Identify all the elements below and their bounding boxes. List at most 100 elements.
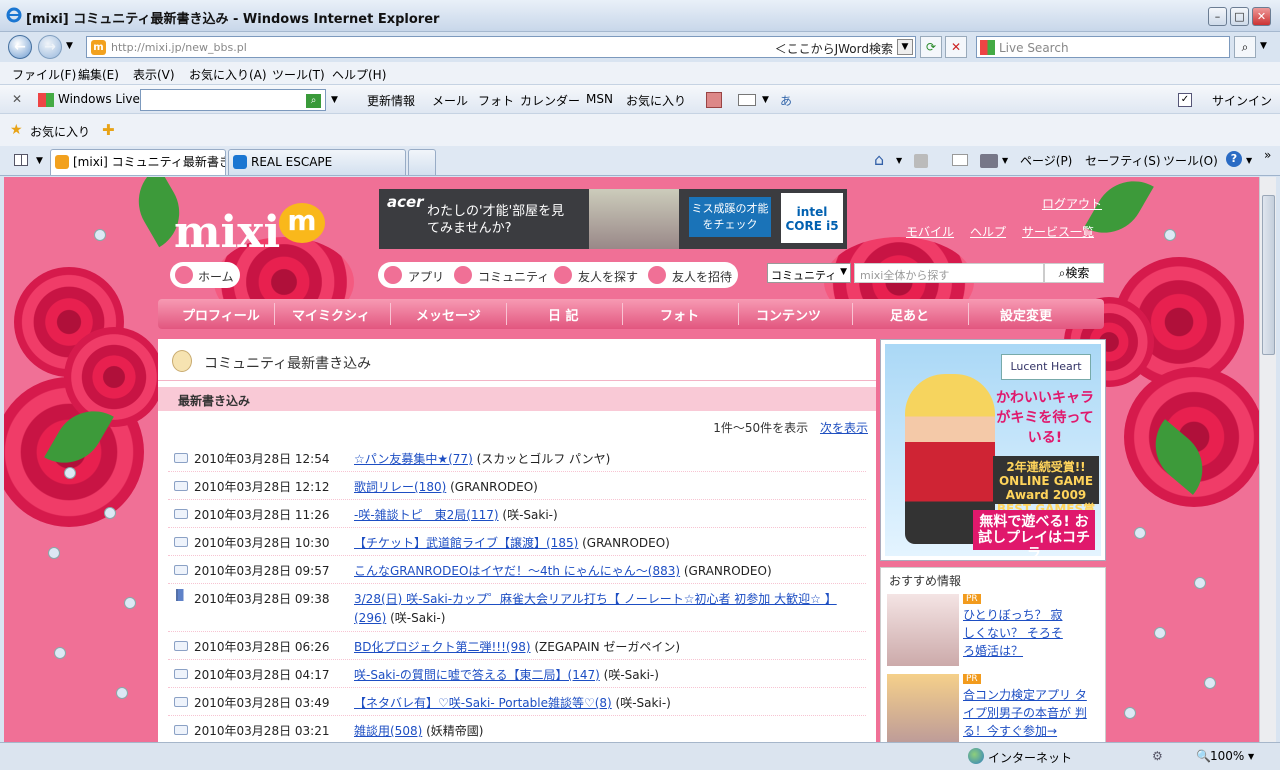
home-icon[interactable]: ⌂ — [874, 150, 884, 169]
search-scope-select[interactable]: コミュニティ ▼ — [767, 263, 851, 283]
menu-tools[interactable]: ツール(T) — [272, 66, 325, 83]
zoom-icon[interactable]: 🔍 — [1196, 749, 1211, 763]
checkbox-icon[interactable]: ✓ — [1178, 93, 1192, 107]
search-options-icon[interactable]: ▼ — [1260, 41, 1267, 51]
avatar[interactable] — [706, 92, 722, 108]
new-tab-button[interactable] — [408, 149, 436, 175]
vertical-scrollbar[interactable] — [1259, 177, 1276, 742]
favorites-button[interactable]: お気に入り — [30, 123, 90, 140]
logout-link[interactable]: ログアウト — [1042, 195, 1102, 212]
live-search-box[interactable]: Live Search — [976, 36, 1230, 58]
add-favorite-icon[interactable]: ✚ — [102, 121, 115, 139]
topic-link[interactable]: 歌詞リレー(180) — [354, 480, 446, 494]
feeds-icon[interactable] — [914, 154, 928, 168]
page-menu[interactable]: ページ(P) — [1020, 152, 1072, 169]
search-icon[interactable]: ⌕ — [1234, 36, 1256, 58]
tab-real-escape[interactable]: REAL ESCAPE — [228, 149, 406, 175]
nav-apps[interactable]: アプリ — [408, 268, 444, 285]
topic-link[interactable]: 【ネタバレ有】♡咲-Saki- Portable雑談等♡(8) — [354, 696, 612, 710]
live-item-mail[interactable]: メール — [432, 92, 468, 109]
live-item-favorites[interactable]: お気に入り — [626, 92, 686, 109]
live-item-calendar[interactable]: カレンダー — [520, 92, 580, 109]
back-button[interactable]: ← — [8, 35, 32, 59]
side-banner-ad[interactable]: Lucent Heart かわいいキャラがキミを待っている! 2年連続受賞!! … — [880, 339, 1106, 561]
gnav-footprints[interactable]: 足あと — [890, 305, 929, 324]
recommend-item[interactable]: PR 合コン力検定アプリ タイプ別男子の本音が 判る！今すぐ参加→ — [887, 674, 1101, 742]
nav-find-friends[interactable]: 友人を探す — [578, 268, 638, 285]
recommend-thumbnail[interactable] — [887, 674, 959, 742]
mobile-link[interactable]: モバイル — [906, 223, 954, 240]
menu-file[interactable]: ファイル(F) — [12, 66, 76, 83]
mixi-logo-mark[interactable]: m — [279, 203, 325, 243]
tab-close-icon[interactable]: ✕ — [210, 155, 219, 168]
mail-icon[interactable] — [952, 154, 968, 166]
live-toolbar-search[interactable] — [140, 89, 326, 111]
tab-mixi[interactable]: [mixi] コミュニティ最新書き... — [50, 149, 226, 175]
address-dropdown-icon[interactable]: ▼ — [897, 39, 913, 55]
close-button[interactable]: ✕ — [1252, 7, 1271, 26]
mixi-search-button[interactable]: ⌕検索 — [1044, 263, 1104, 283]
menu-help[interactable]: ヘルプ(H) — [332, 66, 386, 83]
gnav-settings[interactable]: 設定変更 — [1000, 305, 1052, 324]
gnav-mymixi[interactable]: マイミクシィ — [292, 305, 370, 324]
scrollbar-thumb[interactable] — [1262, 195, 1275, 355]
messenger-icon[interactable] — [738, 94, 756, 106]
home-dropdown-icon[interactable]: ▼ — [896, 156, 902, 165]
topic-link[interactable]: 【チケット】武道館ライブ【譲渡】(185) — [354, 536, 578, 550]
close-toolbar-icon[interactable]: ✕ — [12, 92, 22, 106]
print-dropdown-icon[interactable]: ▼ — [1002, 156, 1008, 165]
translate-icon[interactable]: あ — [780, 92, 792, 109]
history-dropdown-icon[interactable]: ▼ — [66, 41, 73, 51]
topic-link[interactable]: BD化プロジェクト第二弾!!!(98) — [354, 640, 531, 654]
messenger-dropdown-icon[interactable]: ▼ — [762, 95, 769, 105]
forward-button[interactable]: → — [38, 35, 62, 59]
topic-link[interactable]: 雑談用(508) — [354, 724, 422, 738]
address-bar[interactable]: m http://mixi.jp/new_bbs.pl ＜ここからJWord検索… — [86, 36, 916, 58]
protected-mode-icon[interactable]: ⚙ — [1152, 749, 1163, 763]
zoom-dropdown-icon[interactable]: ▼ — [1248, 752, 1254, 761]
topic-link[interactable]: -咲-雑談トピ 東2局(117) — [354, 508, 499, 522]
safety-menu[interactable]: セーフティ(S) — [1085, 152, 1161, 169]
minimize-button[interactable]: – — [1208, 7, 1227, 26]
stop-icon[interactable]: ✕ — [945, 36, 967, 58]
help-icon[interactable]: ? — [1226, 151, 1242, 167]
gnav-photo[interactable]: フォト — [660, 305, 699, 324]
live-item-photo[interactable]: フォト — [478, 92, 514, 109]
nav-invite[interactable]: 友人を招待 — [672, 268, 732, 285]
menu-view[interactable]: 表示(V) — [133, 66, 175, 83]
help-link[interactable]: ヘルプ — [970, 223, 1006, 240]
live-search-placeholder[interactable]: Live Search — [999, 41, 1069, 55]
topic-link[interactable]: 咲-Saki-の質問に嘘で答える【東二局】(147) — [354, 668, 600, 682]
acer-banner-ad[interactable]: acer わたしの'才能'部屋を見てみませんか? ミス成蹊の才能をチェック in… — [379, 189, 847, 249]
live-item-msn[interactable]: MSN — [586, 92, 613, 106]
maximize-button[interactable]: □ — [1230, 7, 1249, 26]
live-item-updates[interactable]: 更新情報 — [367, 92, 415, 109]
chevron-more-icon[interactable]: » — [1264, 148, 1271, 162]
search-dropdown-icon[interactable]: ▼ — [331, 95, 338, 105]
home-button[interactable]: ホーム — [170, 262, 240, 288]
topic-link[interactable]: こんなGRANRODEOはイヤだ！～4th にゃんにゃん～(883) — [354, 564, 680, 578]
quick-tabs-icon[interactable] — [14, 154, 28, 166]
gnav-profile[interactable]: プロフィール — [182, 305, 260, 324]
jword-search[interactable]: ＜ここからJWord検索 — [775, 40, 893, 57]
refresh-icon[interactable]: ⟳ — [920, 36, 942, 58]
recommend-thumbnail[interactable] — [887, 594, 959, 666]
gnav-diary[interactable]: 日 記 — [548, 305, 579, 324]
address-url[interactable]: http://mixi.jp/new_bbs.pl — [111, 41, 247, 54]
print-icon[interactable] — [980, 154, 998, 168]
service-list-link[interactable]: サービス一覧 — [1022, 223, 1094, 240]
help-dropdown-icon[interactable]: ▼ — [1246, 156, 1252, 165]
lucent-heart-ad[interactable]: Lucent Heart かわいいキャラがキミを待っている! 2年連続受賞!! … — [885, 344, 1101, 556]
search-go-icon[interactable]: ⌕ — [306, 94, 321, 108]
menu-edit[interactable]: 編集(E) — [78, 66, 119, 83]
next-page-link[interactable]: 次を表示 — [820, 421, 868, 435]
recommend-link[interactable]: 合コン力検定アプリ タイプ別男子の本音が 判る！今すぐ参加→ — [963, 686, 1093, 740]
windows-live-brand[interactable]: Windows Live — [58, 92, 140, 106]
topic-link[interactable]: ☆パン友募集中★(77) — [354, 452, 473, 466]
mixi-logo[interactable]: mixi — [174, 207, 280, 258]
mixi-search-input[interactable]: mixi全体から探す — [854, 263, 1044, 283]
signin-link[interactable]: サインイン — [1212, 92, 1272, 109]
gnav-messages[interactable]: メッセージ — [416, 305, 481, 324]
gnav-contents[interactable]: コンテンツ — [756, 305, 821, 324]
menu-favorites[interactable]: お気に入り(A) — [189, 66, 267, 83]
